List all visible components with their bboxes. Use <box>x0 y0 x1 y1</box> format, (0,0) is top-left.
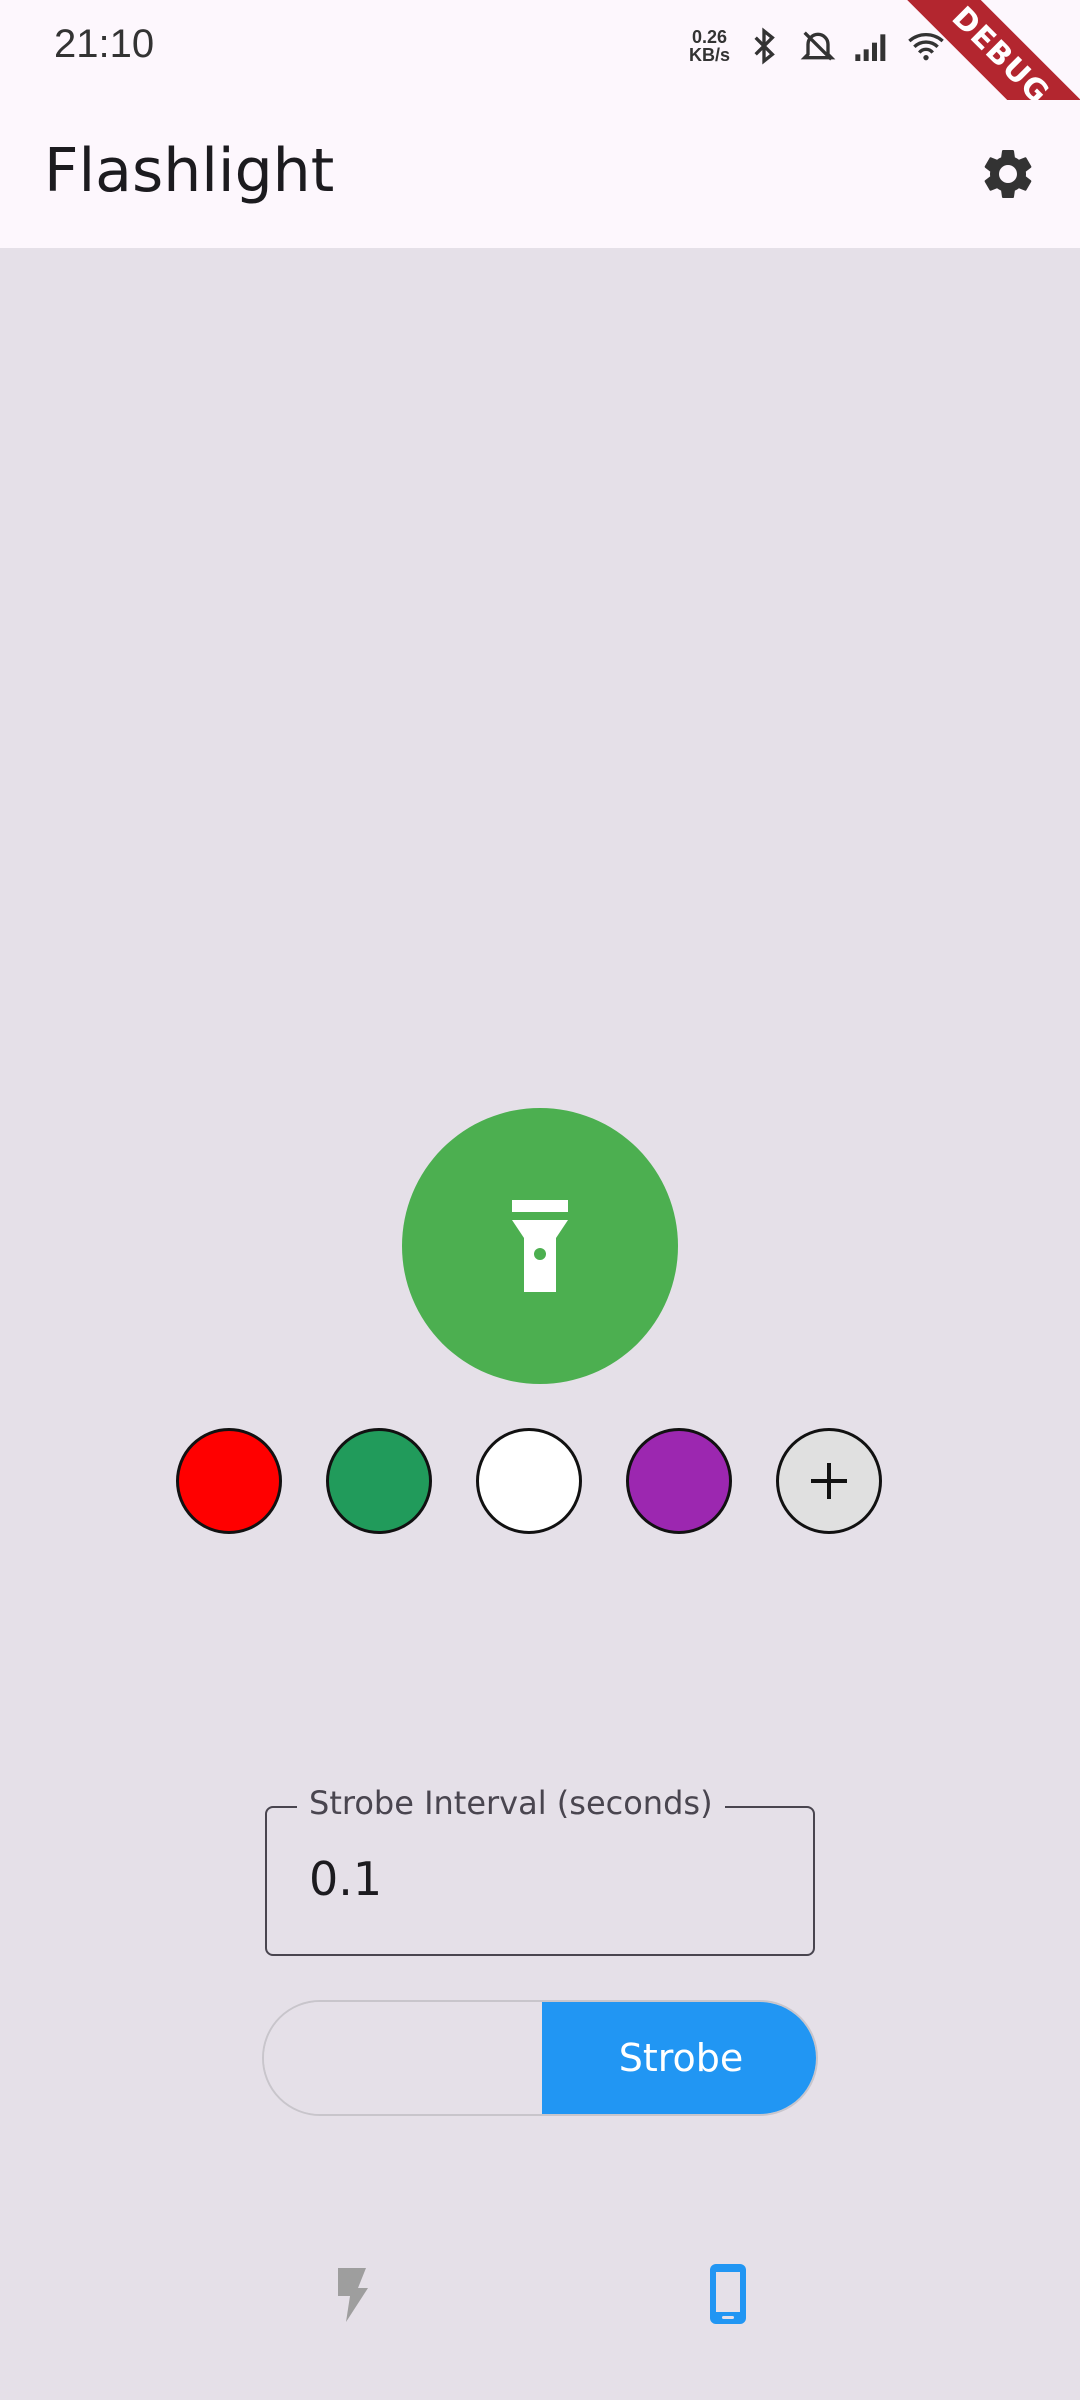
settings-button[interactable] <box>972 138 1044 210</box>
network-speed-unit: KB/s <box>688 45 730 65</box>
nav-item-screen[interactable] <box>688 2254 768 2334</box>
flashlight-toggle-button[interactable] <box>402 1108 678 1384</box>
mode-segmented-toggle: Strobe <box>262 2000 818 2116</box>
nav-item-flash[interactable] <box>312 2254 392 2334</box>
add-color-button[interactable] <box>776 1428 882 1534</box>
signal-icon <box>855 34 886 61</box>
network-speed: 0.26 KB/s <box>689 28 730 64</box>
mode-option-left[interactable] <box>264 2002 542 2114</box>
color-swatch-row <box>176 1428 882 1534</box>
strobe-interval-label: Strobe Interval (seconds) <box>297 1784 725 1822</box>
plus-icon <box>811 1463 847 1499</box>
app-title: Flashlight <box>44 136 335 206</box>
color-swatch-purple[interactable] <box>626 1428 732 1534</box>
flash-bolt-icon <box>338 2268 368 2322</box>
color-swatch-green[interactable] <box>326 1428 432 1534</box>
strobe-interval-value[interactable]: 0.1 <box>309 1852 382 1906</box>
bluetooth-icon <box>754 27 775 65</box>
color-swatch-red[interactable] <box>176 1428 282 1534</box>
status-bar: 21:10 0.26 KB/s DEBUG <box>0 0 1080 181</box>
phone-screen-icon <box>710 2264 746 2324</box>
network-speed-value: 0.26 <box>691 27 728 47</box>
app-bar: Flashlight <box>0 100 1080 248</box>
status-time: 21:10 <box>54 22 155 66</box>
strobe-interval-field[interactable]: Strobe Interval (seconds) 0.1 <box>265 1784 815 1956</box>
flashlight-icon <box>512 1200 568 1292</box>
bottom-navigation <box>0 2200 1080 2400</box>
settings-gear-icon <box>984 149 1032 198</box>
mute-icon <box>800 31 836 61</box>
mode-option-strobe[interactable]: Strobe <box>542 2002 816 2114</box>
color-swatch-white[interactable] <box>476 1428 582 1534</box>
